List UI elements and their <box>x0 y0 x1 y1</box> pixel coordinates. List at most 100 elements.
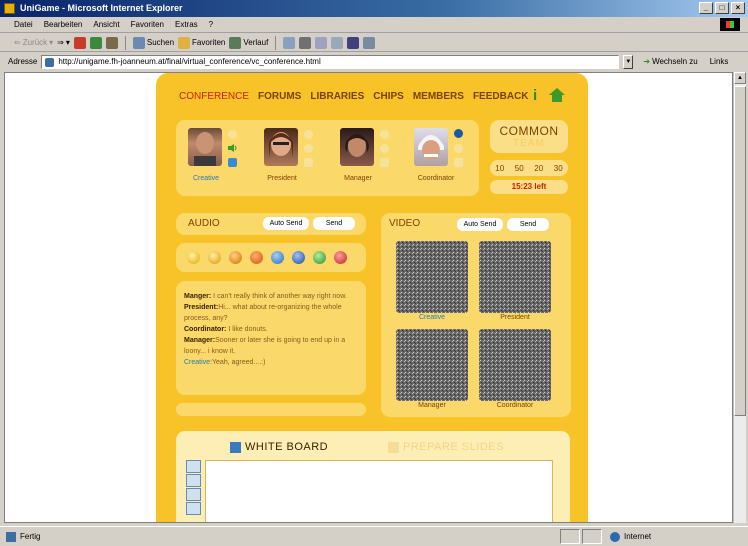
nav-libraries[interactable]: LIBRARIES <box>310 91 364 102</box>
status-label: Fertig <box>20 532 41 541</box>
search-icon <box>132 36 145 49</box>
checkbox-icon[interactable] <box>228 158 237 167</box>
shape-tool-icon[interactable] <box>186 488 201 501</box>
discuss-icon[interactable] <box>331 36 344 49</box>
go-button[interactable]: ➔ Wechseln zu <box>643 57 697 66</box>
nav-members[interactable]: MEMBERS <box>413 91 464 102</box>
timer-option-20[interactable]: 20 <box>534 164 543 173</box>
video-panel: VIDEO Auto Send Send Creative President … <box>381 213 571 417</box>
audio-title: AUDIO <box>188 218 220 229</box>
checkbox-icon[interactable] <box>380 158 389 167</box>
zone-label: Internet <box>624 532 652 541</box>
timer-option-50[interactable]: 50 <box>515 164 524 173</box>
maximize-button[interactable]: □ <box>715 2 729 14</box>
speaker-off-icon[interactable] <box>304 144 313 153</box>
favorites-button[interactable]: Favoriten <box>178 36 226 49</box>
vertical-scrollbar[interactable]: ▲ <box>733 72 746 523</box>
grin-icon[interactable] <box>208 251 221 264</box>
menu-bearbeiten[interactable]: Bearbeiten <box>44 20 83 29</box>
nav-forums[interactable]: FORUMS <box>258 91 301 102</box>
scroll-up-button[interactable]: ▲ <box>734 72 746 84</box>
scroll-thumb[interactable] <box>734 86 746 416</box>
select-tool-icon[interactable] <box>186 460 201 473</box>
stop-icon[interactable] <box>73 36 86 49</box>
angry-icon[interactable] <box>250 251 263 264</box>
chat-message: President:Hi... what about re-organizing… <box>184 302 358 324</box>
home-icon[interactable] <box>548 87 566 103</box>
speaker-off-icon[interactable] <box>380 144 389 153</box>
nav-feedback[interactable]: FEEDBACK <box>473 91 529 102</box>
address-dropdown-button[interactable]: ▼ <box>623 54 634 69</box>
video-feed-creative <box>396 241 468 313</box>
info-emote-icon[interactable] <box>292 251 305 264</box>
url-input[interactable]: http://unigame.fh-joanneum.at/final/virt… <box>41 54 620 69</box>
internet-zone-icon <box>610 531 620 542</box>
toolbar-separator <box>275 35 277 50</box>
video-auto-send-button[interactable]: Auto Send <box>457 218 503 231</box>
nav-conference[interactable]: CONFERENCE <box>179 91 249 102</box>
favorites-label: Favoriten <box>192 38 226 47</box>
home-icon[interactable] <box>105 36 118 49</box>
status-dot <box>228 130 237 139</box>
back-button[interactable]: ⇐ Zurück ▾ <box>14 38 53 47</box>
mail-icon[interactable] <box>283 36 296 49</box>
checkbox-icon[interactable] <box>304 158 313 167</box>
forward-arrow-icon: ⇒ <box>57 38 64 47</box>
info-icon[interactable]: i <box>533 87 542 104</box>
speaker-off-icon[interactable] <box>454 144 463 153</box>
chat-input[interactable] <box>176 403 366 416</box>
audio-auto-send-button[interactable]: Auto Send <box>263 217 309 230</box>
speaker-on-icon[interactable] <box>228 144 238 152</box>
forward-button[interactable]: ⇒ ▾ <box>57 38 70 47</box>
minimize-button[interactable]: _ <box>699 2 713 14</box>
video-title: VIDEO <box>389 218 421 229</box>
print-icon[interactable] <box>299 36 312 49</box>
comment-icon[interactable] <box>363 36 376 49</box>
cancel-icon[interactable] <box>334 251 347 264</box>
pen-tool-icon[interactable] <box>186 502 201 515</box>
timer-option-10[interactable]: 10 <box>495 164 504 173</box>
audio-send-button[interactable]: Send <box>313 217 355 230</box>
whiteboard-canvas[interactable] <box>205 460 553 522</box>
chat-author: Manger: <box>184 293 212 300</box>
avatar-creative <box>188 128 222 166</box>
avatar-coordinator <box>414 128 448 166</box>
video-send-button[interactable]: Send <box>507 218 549 231</box>
chat-message: Manger: I can't really think of another … <box>184 291 358 302</box>
status-dot <box>380 130 389 139</box>
whiteboard-tab[interactable]: WHITE BOARD <box>245 441 328 453</box>
menu-datei[interactable]: Datei <box>14 20 33 29</box>
history-icon <box>229 36 242 49</box>
search-label: Suchen <box>146 38 175 47</box>
question-icon[interactable] <box>271 251 284 264</box>
team-panel: COMMON TEAM <box>490 120 568 153</box>
smile-icon[interactable] <box>187 251 200 264</box>
text-tool-icon[interactable] <box>186 474 201 487</box>
laugh-icon[interactable] <box>229 251 242 264</box>
search-button[interactable]: Suchen <box>132 36 175 49</box>
messenger-icon[interactable] <box>347 36 360 49</box>
refresh-icon[interactable] <box>89 36 102 49</box>
menu-extras[interactable]: Extras <box>175 20 198 29</box>
chat-text: Yeah, agreed....:) <box>212 359 266 366</box>
menu-favoriten[interactable]: Favoriten <box>131 20 164 29</box>
checkbox-icon[interactable] <box>454 158 463 167</box>
windows-logo-icon <box>720 18 740 31</box>
whiteboard-panel: WHITE BOARD PREPARE SLIDES <box>176 431 570 522</box>
main-nav: CONFERENCE FORUMS LIBRARIES CHIPS MEMBER… <box>179 91 529 102</box>
edit-icon[interactable] <box>315 36 328 49</box>
links-button[interactable]: Links <box>710 57 729 66</box>
info-status-icon[interactable] <box>454 129 463 138</box>
nav-chips[interactable]: CHIPS <box>373 91 404 102</box>
chat-message: Coordinator: I like donuts. <box>184 324 358 335</box>
check-icon[interactable] <box>313 251 326 264</box>
status-cell <box>560 529 580 544</box>
menu-ansicht[interactable]: Ansicht <box>93 20 119 29</box>
prepare-slides-tab[interactable]: PREPARE SLIDES <box>403 441 504 453</box>
favorites-icon <box>178 36 191 49</box>
chat-author: Manager: <box>184 337 216 344</box>
close-button[interactable]: × <box>731 2 745 14</box>
menu-help[interactable]: ? <box>209 20 213 29</box>
timer-option-30[interactable]: 30 <box>554 164 563 173</box>
history-button[interactable]: Verlauf <box>229 36 268 49</box>
